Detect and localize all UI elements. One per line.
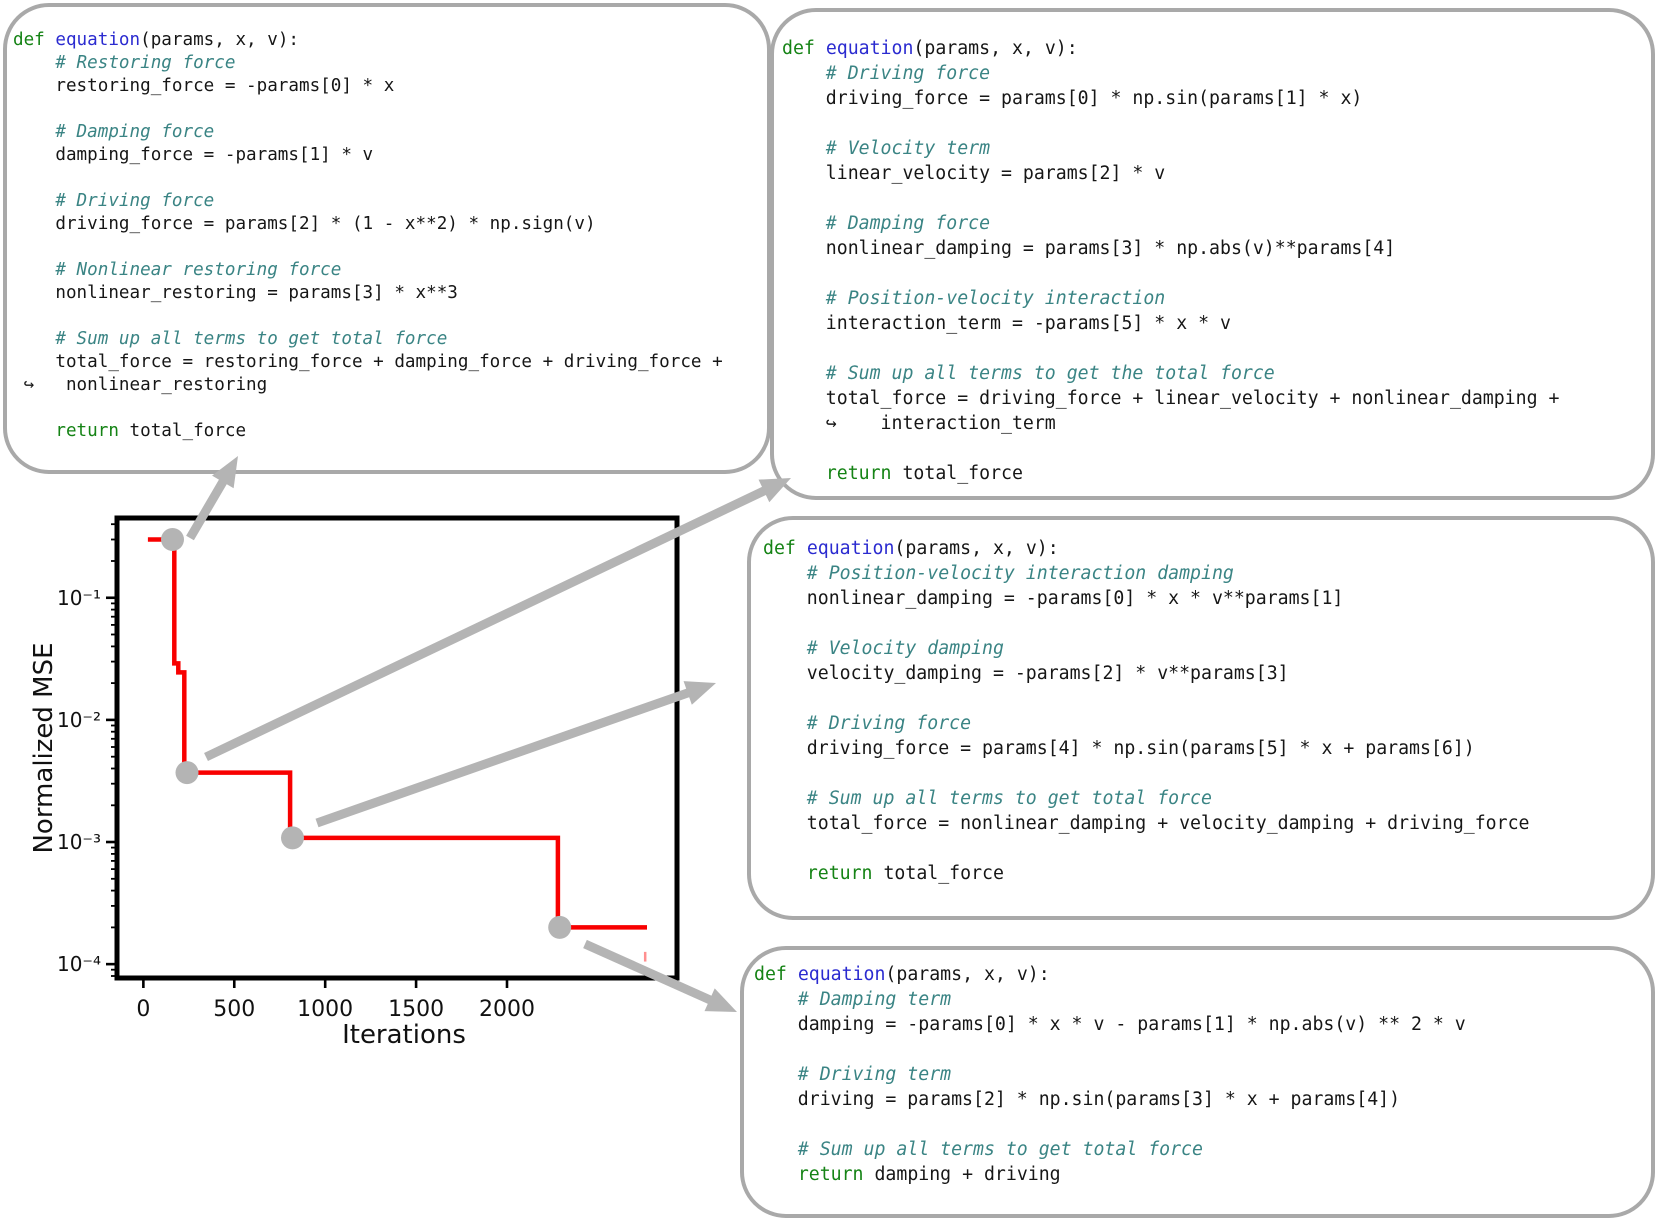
code-line: driving_force = params[2] * (1 - x**2) *…	[13, 214, 596, 234]
code-line: # Restoring force	[13, 53, 236, 73]
code-line: driving = params[2] * np.sin(params[3] *…	[754, 1089, 1401, 1110]
code-line: total_force = nonlinear_damping + veloci…	[763, 813, 1530, 834]
code-line: return damping + driving	[797, 1164, 1061, 1185]
code-line: ↪ nonlinear_restoring	[13, 375, 268, 395]
y-tick-label: 10⁻²	[57, 708, 101, 732]
code-line: # Sum up all terms to get the total forc…	[782, 363, 1275, 384]
code-box-stage-1: def equation(params, x, v): # Restoring …	[3, 3, 771, 474]
code-line: ↪ interaction_term	[782, 413, 1056, 434]
code-line: return total_force	[825, 463, 1023, 484]
code-line: # Position-velocity interaction	[782, 288, 1166, 309]
code-line: def equation(params, x, v):	[13, 30, 300, 50]
code-line: # Driving force	[13, 191, 215, 211]
x-tick-label: 0	[136, 997, 150, 1022]
x-axis-label: Iterations	[342, 1020, 466, 1050]
y-tick-label: 10⁻³	[57, 830, 101, 854]
mse-chart: 10⁻¹ 10⁻² 10⁻³ 10⁻⁴ 0 500 1000 1500 2000 Iteratio…	[29, 515, 680, 1050]
code-line: # Velocity term	[782, 138, 991, 159]
mse-curve	[147, 537, 647, 930]
code-line: driving_force = params[4] * np.sin(param…	[763, 738, 1475, 759]
code-line: def equation(params, x, v):	[754, 964, 1050, 985]
stage-marker	[548, 915, 572, 939]
code-line: return total_force	[806, 863, 1004, 884]
x-tick-label: 1500	[388, 997, 444, 1022]
code-box-stage-4: def equation(params, x, v): # Damping te…	[740, 946, 1655, 1218]
code-line: interaction_term = -params[5] * x * v	[782, 313, 1231, 334]
code-line: # Driving force	[782, 63, 991, 84]
x-tick-label: 1000	[297, 997, 353, 1022]
x-tick-label: 2000	[479, 997, 535, 1022]
code-line: # Sum up all terms to get total force	[763, 788, 1212, 809]
code-line: # Driving force	[763, 713, 972, 734]
stage-marker	[175, 761, 199, 785]
stage-marker	[281, 826, 304, 850]
code-line: # Position-velocity interaction damping	[763, 563, 1234, 584]
code-box-stage-3: def equation(params, x, v): # Position-v…	[747, 516, 1655, 920]
stage-marker	[161, 528, 184, 551]
code-line: def equation(params, x, v):	[782, 38, 1078, 59]
code-line: # Damping term	[754, 989, 952, 1010]
code-line: # Damping force	[782, 213, 991, 234]
figure-canvas: def equation(params, x, v): # Restoring …	[0, 0, 1661, 1228]
code-line: # Damping force	[13, 122, 215, 142]
code-line: # Velocity damping	[763, 638, 1004, 659]
code-line: nonlinear_damping = -params[0] * x * v**…	[763, 588, 1344, 609]
code-line: # Driving term	[754, 1064, 952, 1085]
code-line: velocity_damping = -params[2] * v**param…	[763, 663, 1289, 684]
code-line: def equation(params, x, v):	[763, 538, 1059, 559]
code-line: damping = -params[0] * x * v - params[1]…	[754, 1014, 1466, 1035]
code-line: total_force = driving_force + linear_vel…	[782, 388, 1560, 409]
y-tick-label: 10⁻⁴	[57, 952, 101, 976]
code-line: restoring_force = -params[0] * x	[13, 76, 395, 96]
code-line: return total_force	[55, 421, 247, 441]
y-tick-label: 10⁻¹	[57, 586, 101, 610]
code-line: nonlinear_damping = params[3] * np.abs(v…	[782, 238, 1396, 259]
x-tick-label: 500	[213, 997, 255, 1022]
code-line: nonlinear_restoring = params[3] * x**3	[13, 283, 458, 303]
code-line: driving_force = params[0] * np.sin(param…	[782, 88, 1363, 109]
code-box-stage-2: def equation(params, x, v): # Driving fo…	[770, 8, 1655, 500]
code-line: # Sum up all terms to get total force	[13, 329, 448, 349]
y-axis-label: Normalized MSE	[29, 642, 59, 853]
code-line: damping_force = -params[1] * v	[13, 145, 374, 165]
code-line: # Sum up all terms to get total force	[754, 1139, 1203, 1160]
code-line: total_force = restoring_force + damping_…	[13, 352, 723, 372]
code-line: linear_velocity = params[2] * v	[782, 163, 1166, 184]
code-line: # Nonlinear restoring force	[13, 260, 342, 280]
plot-border	[114, 515, 680, 981]
